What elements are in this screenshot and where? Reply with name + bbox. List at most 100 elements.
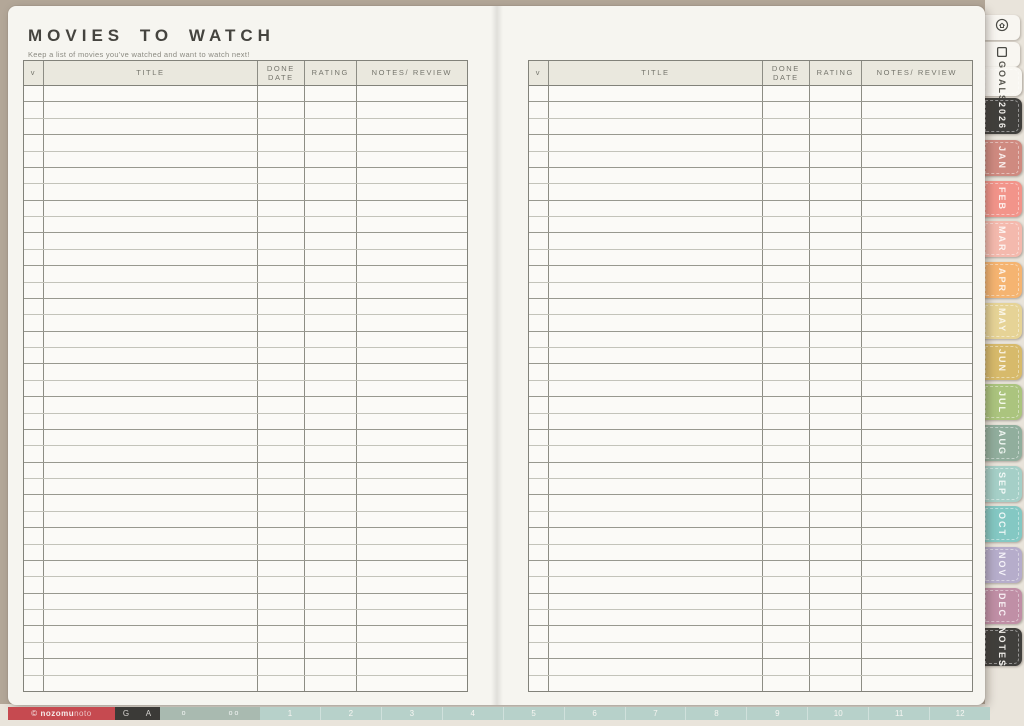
cell-rating[interactable] xyxy=(305,135,357,151)
cell-rating[interactable] xyxy=(810,511,862,528)
cell-done_date[interactable] xyxy=(258,626,305,642)
cell-done_date[interactable] xyxy=(258,102,305,118)
cell-done_date[interactable] xyxy=(763,200,810,216)
tab-sep[interactable]: SEP xyxy=(982,465,1022,502)
cell-done_date[interactable] xyxy=(258,249,305,266)
cell-done_date[interactable] xyxy=(763,102,810,118)
cell-rating[interactable] xyxy=(810,610,862,626)
cell-done_date[interactable] xyxy=(763,642,810,659)
cell-rating[interactable] xyxy=(305,577,357,593)
cell-notes_review[interactable] xyxy=(862,676,972,691)
cell-title[interactable] xyxy=(44,642,258,659)
cell-notes_review[interactable] xyxy=(357,528,467,543)
cell-check[interactable] xyxy=(24,511,44,528)
cell-check[interactable] xyxy=(24,528,44,544)
cell-title[interactable] xyxy=(549,380,763,397)
cell-rating[interactable] xyxy=(810,626,862,642)
cell-check[interactable] xyxy=(529,626,549,642)
cell-check[interactable] xyxy=(529,413,549,429)
cell-done_date[interactable] xyxy=(258,86,305,102)
cell-title[interactable] xyxy=(549,102,763,118)
cell-notes_review[interactable] xyxy=(357,545,467,560)
cell-notes_review[interactable] xyxy=(357,381,467,396)
cell-done_date[interactable] xyxy=(763,577,810,593)
cell-title[interactable] xyxy=(549,675,763,691)
cell-check[interactable] xyxy=(529,446,549,462)
cell-rating[interactable] xyxy=(810,429,862,446)
cell-notes_review[interactable] xyxy=(862,495,972,510)
cell-check[interactable] xyxy=(24,298,44,315)
cell-title[interactable] xyxy=(44,479,258,495)
cell-check[interactable] xyxy=(529,364,549,380)
cell-title[interactable] xyxy=(44,544,258,560)
cell-title[interactable] xyxy=(549,495,763,511)
cell-check[interactable] xyxy=(529,217,549,233)
cell-done_date[interactable] xyxy=(258,135,305,151)
cell-notes_review[interactable] xyxy=(357,414,467,429)
cell-rating[interactable] xyxy=(305,233,357,249)
cell-check[interactable] xyxy=(529,298,549,315)
cell-title[interactable] xyxy=(549,397,763,413)
cell-rating[interactable] xyxy=(810,528,862,544)
cell-title[interactable] xyxy=(44,380,258,397)
cell-done_date[interactable] xyxy=(763,298,810,315)
cell-check[interactable] xyxy=(24,331,44,347)
cell-title[interactable] xyxy=(549,200,763,216)
cell-notes_review[interactable] xyxy=(357,659,467,674)
cell-notes_review[interactable] xyxy=(357,299,467,314)
cell-notes_review[interactable] xyxy=(862,364,972,379)
cell-done_date[interactable] xyxy=(763,282,810,298)
tab-apr[interactable]: APR xyxy=(982,262,1022,299)
cell-check[interactable] xyxy=(529,348,549,364)
cell-rating[interactable] xyxy=(305,397,357,413)
tab-jun[interactable]: JUN xyxy=(982,343,1022,380)
cell-notes_review[interactable] xyxy=(862,446,972,461)
cell-done_date[interactable] xyxy=(763,479,810,495)
cell-notes_review[interactable] xyxy=(357,102,467,117)
cell-rating[interactable] xyxy=(810,495,862,511)
cell-title[interactable] xyxy=(549,413,763,429)
cell-done_date[interactable] xyxy=(763,593,810,609)
cell-notes_review[interactable] xyxy=(357,168,467,183)
cell-rating[interactable] xyxy=(305,348,357,364)
cell-check[interactable] xyxy=(529,151,549,167)
cell-done_date[interactable] xyxy=(258,495,305,511)
cell-check[interactable] xyxy=(24,102,44,118)
cell-notes_review[interactable] xyxy=(862,299,972,314)
cell-done_date[interactable] xyxy=(763,560,810,577)
cell-title[interactable] xyxy=(549,282,763,298)
cell-done_date[interactable] xyxy=(258,364,305,380)
cell-notes_review[interactable] xyxy=(357,201,467,216)
cell-title[interactable] xyxy=(44,528,258,544)
cell-rating[interactable] xyxy=(305,675,357,691)
overview-quicklink-2[interactable]: o o xyxy=(229,710,239,717)
cell-done_date[interactable] xyxy=(258,266,305,282)
cell-rating[interactable] xyxy=(305,184,357,200)
cell-rating[interactable] xyxy=(810,298,862,315)
cell-done_date[interactable] xyxy=(258,298,305,315)
cell-done_date[interactable] xyxy=(763,626,810,642)
month-quicklink-7[interactable]: 7 xyxy=(624,707,686,720)
cell-notes_review[interactable] xyxy=(357,397,467,412)
goals-quicklink[interactable]: G xyxy=(123,709,130,718)
cell-title[interactable] xyxy=(549,642,763,659)
cell-rating[interactable] xyxy=(305,364,357,380)
cell-rating[interactable] xyxy=(305,266,357,282)
cell-rating[interactable] xyxy=(305,659,357,675)
cell-notes_review[interactable] xyxy=(862,184,972,199)
cell-notes_review[interactable] xyxy=(862,86,972,101)
tab-mar[interactable]: MAR xyxy=(982,221,1022,258)
cell-title[interactable] xyxy=(44,102,258,118)
tab-jul[interactable]: JUL xyxy=(982,384,1022,421)
cell-done_date[interactable] xyxy=(763,659,810,675)
cell-done_date[interactable] xyxy=(258,544,305,560)
overview-quicklink-1[interactable]: o xyxy=(182,710,186,717)
cell-rating[interactable] xyxy=(810,446,862,462)
cell-check[interactable] xyxy=(529,315,549,331)
month-quicklink-2[interactable]: 2 xyxy=(319,707,381,720)
cell-notes_review[interactable] xyxy=(862,626,972,641)
cell-notes_review[interactable] xyxy=(862,233,972,248)
cell-notes_review[interactable] xyxy=(862,348,972,363)
cell-check[interactable] xyxy=(529,102,549,118)
cell-check[interactable] xyxy=(529,479,549,495)
